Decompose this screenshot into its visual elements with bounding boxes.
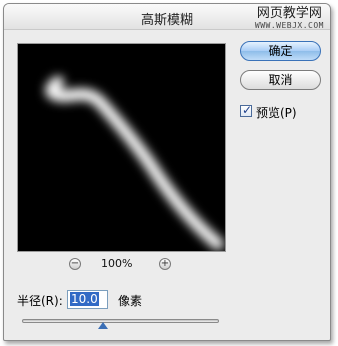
watermark-url: WWW.WEBJX.COM (254, 21, 324, 30)
ok-button[interactable]: 确定 (240, 41, 321, 61)
radius-slider[interactable] (22, 319, 219, 323)
zoom-level: 100% (101, 257, 133, 270)
zoom-controls: − 100% + (17, 257, 226, 272)
preview-checkbox[interactable]: ✓ (240, 103, 253, 117)
slider-thumb[interactable] (97, 322, 108, 329)
title-bar[interactable]: 高斯模糊 网页教学网 WWW.WEBJX.COM (4, 4, 330, 30)
radius-input[interactable]: 10.0 (67, 290, 108, 309)
zoom-in-icon[interactable]: + (159, 258, 171, 270)
radius-unit: 像素 (118, 294, 143, 308)
blur-preview-canvas[interactable] (17, 43, 226, 252)
gaussian-blur-dialog: 高斯模糊 网页教学网 WWW.WEBJX.COM − 100% + 确定 取消 … (3, 3, 331, 341)
zoom-out-icon[interactable]: − (69, 258, 81, 270)
radius-row: 半径(R): 10.0 像素 (17, 290, 217, 310)
checkmark-icon: ✓ (242, 103, 253, 117)
blurred-stroke-image (45, 76, 224, 250)
blurred-stroke (45, 76, 224, 250)
watermark: 网页教学网 WWW.WEBJX.COM (255, 6, 324, 30)
radius-value: 10.0 (70, 292, 99, 306)
radius-label: 半径(R): (17, 294, 63, 308)
cancel-button[interactable]: 取消 (240, 70, 321, 90)
preview-label: 预览(P) (256, 106, 297, 120)
watermark-title: 网页教学网 (256, 6, 322, 21)
